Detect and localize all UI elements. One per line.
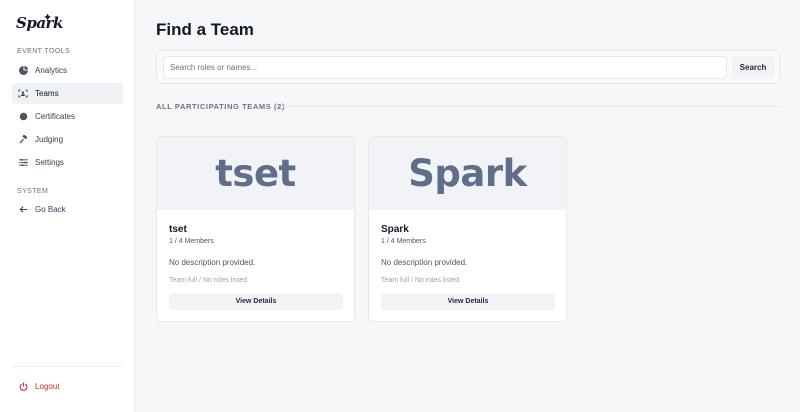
view-details-button[interactable]: View Details (169, 293, 343, 310)
search-input[interactable] (163, 56, 727, 79)
sidebar-item-certificates[interactable]: Certificates (12, 106, 123, 127)
team-card-tset: tset tset 1 / 4 Members No description p… (156, 136, 355, 322)
sidebar-item-label: Certificates (35, 112, 76, 121)
app-logo[interactable]: Spark (16, 14, 63, 32)
team-status: Team full / No roles listed (169, 277, 248, 284)
sidebar-item-go-back[interactable]: Go Back (12, 199, 123, 220)
team-members: 1 / 4 Members (169, 238, 214, 245)
team-description: No description provided. (381, 258, 468, 267)
sidebar-item-label: Go Back (35, 205, 66, 214)
team-card-spark: Spark Spark 1 / 4 Members No description… (368, 136, 567, 322)
team-members: 1 / 4 Members (381, 238, 426, 245)
team-name: Spark (381, 224, 409, 235)
team-banner-text: Spark (408, 152, 527, 195)
power-icon (18, 382, 28, 392)
team-name: tset (169, 224, 187, 235)
sidebar-item-label: Teams (35, 89, 59, 98)
sidebar-item-teams[interactable]: Teams (12, 83, 123, 104)
view-details-button[interactable]: View Details (381, 293, 555, 310)
section-divider (283, 106, 780, 107)
sidebar-item-settings[interactable]: Settings (12, 152, 123, 173)
event-tools-label: EVENT TOOLS (17, 48, 71, 55)
team-description: No description provided. (169, 258, 256, 267)
sidebar-item-label: Analytics (35, 66, 68, 75)
logout-label: Logout (35, 382, 60, 391)
search-button[interactable]: Search (732, 56, 774, 79)
search-bar: Search (156, 50, 780, 84)
certificate-icon (18, 112, 28, 122)
sidebar-item-label: Judging (35, 135, 64, 144)
team-banner-text: tset (215, 152, 296, 195)
team-scan-icon (18, 89, 28, 99)
arrow-left-icon (18, 205, 28, 215)
sliders-icon (18, 158, 28, 168)
team-status: Team full / No roles listed (381, 277, 460, 284)
sidebar: Spark ✦ EVENT TOOLS Analytics Teams Cert… (0, 0, 135, 412)
main-content: Find a Team Search ALL PARTICIPATING TEA… (136, 0, 800, 412)
gavel-icon (18, 135, 28, 145)
sidebar-item-label: Settings (35, 158, 64, 167)
system-label: SYSTEM (17, 188, 49, 195)
page-title: Find a Team (156, 20, 254, 39)
team-banner: Spark (369, 137, 566, 210)
logout-button[interactable]: Logout (12, 376, 123, 397)
sidebar-item-judging[interactable]: Judging (12, 129, 123, 150)
sidebar-item-analytics[interactable]: Analytics (12, 60, 123, 81)
sparkle-icon: ✦ (43, 12, 53, 24)
pie-chart-icon (18, 66, 28, 76)
team-banner: tset (157, 137, 354, 210)
sidebar-divider (12, 366, 123, 367)
section-heading: ALL PARTICIPATING TEAMS (2) (156, 102, 285, 111)
